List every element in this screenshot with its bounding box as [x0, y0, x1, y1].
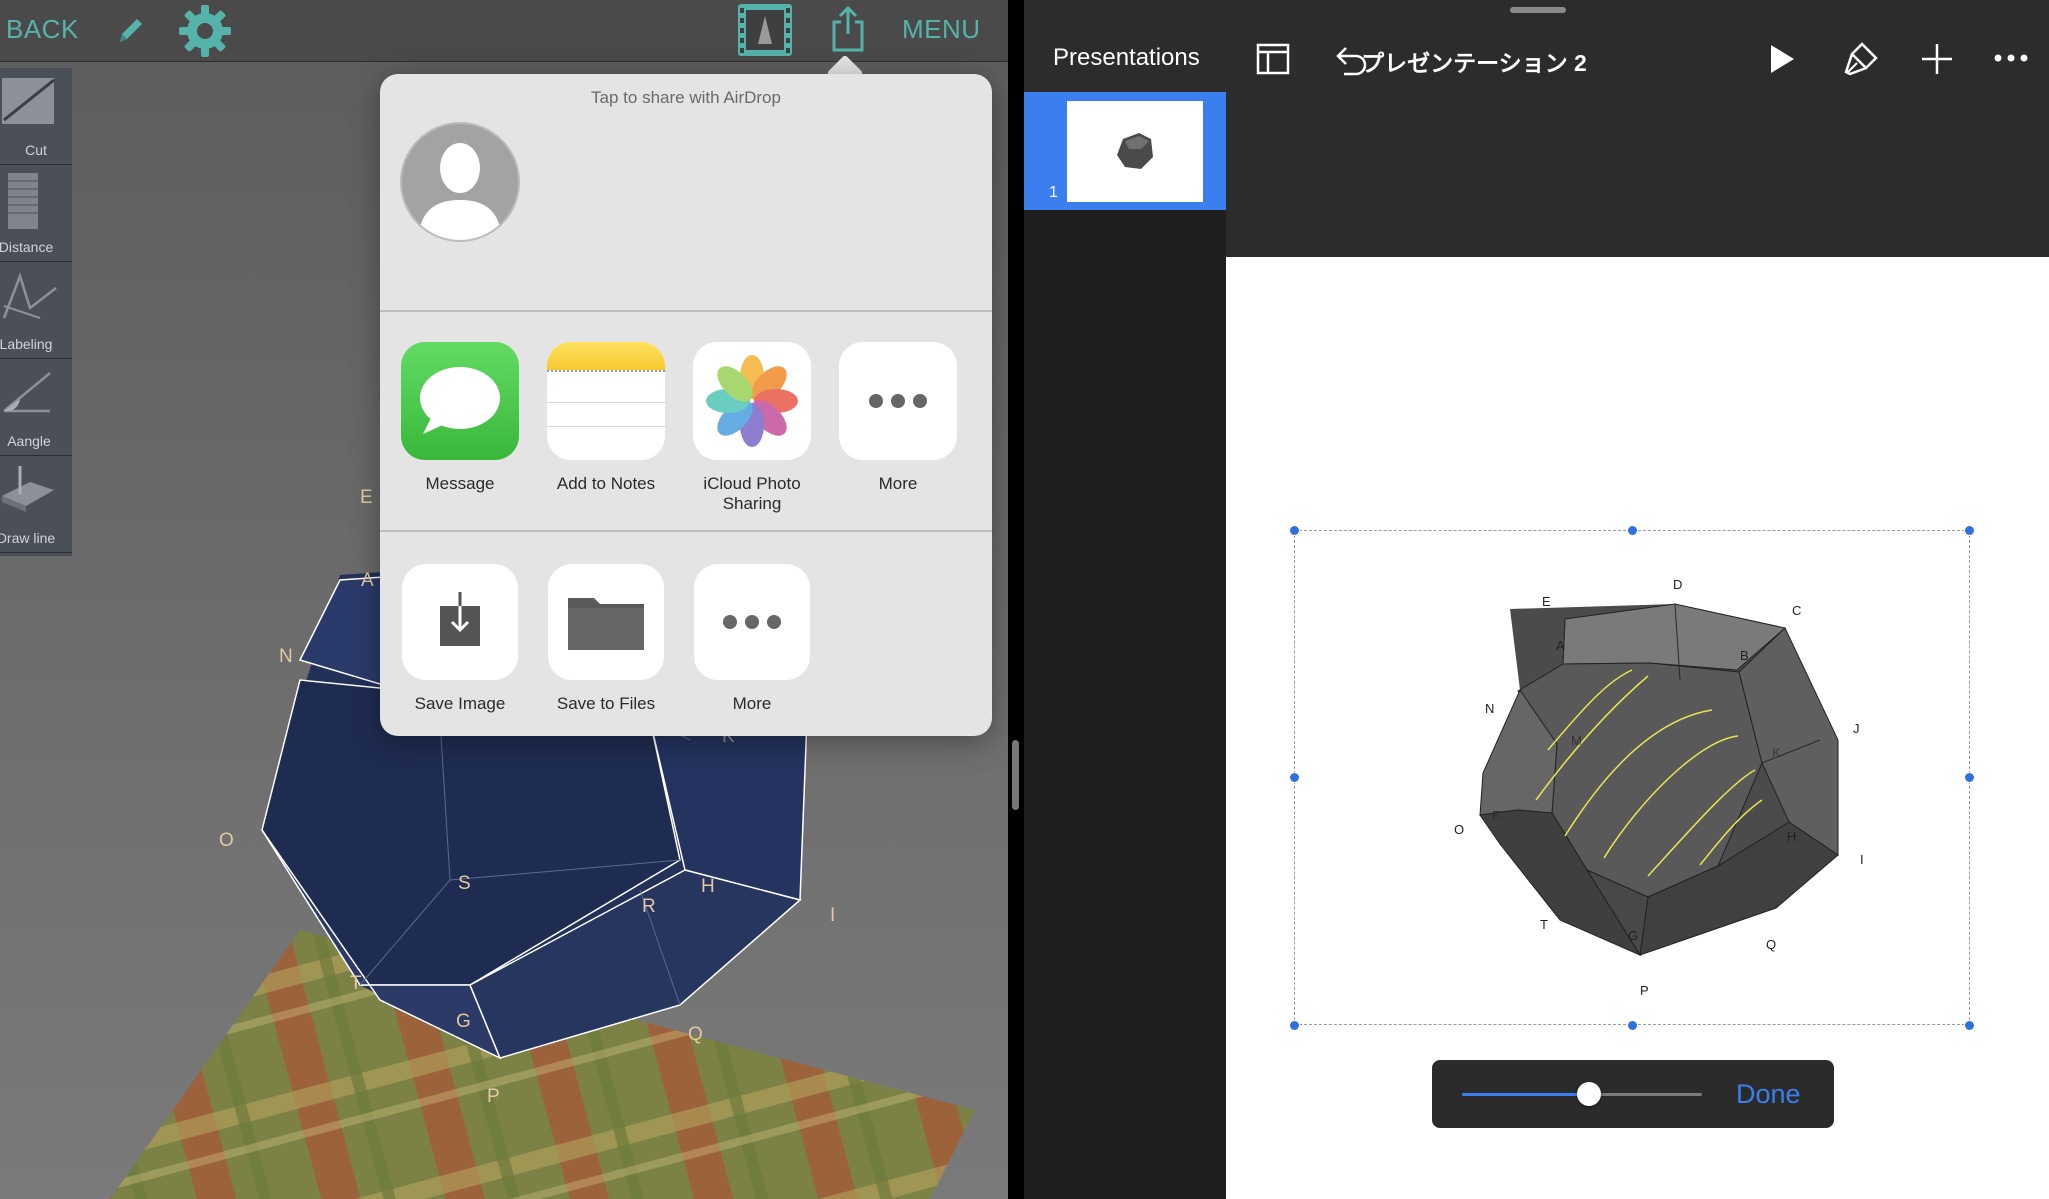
labeling-tool-icon: [2, 272, 57, 319]
tool-label: Aangle: [7, 433, 51, 449]
vertex-label: R: [642, 896, 656, 917]
vertex-label: G: [456, 1011, 471, 1032]
vertex-label: H: [701, 876, 715, 897]
draw-line-tool[interactable]: Draw line: [0, 456, 72, 553]
slide-thumbnail-selected[interactable]: 1: [1024, 92, 1226, 210]
sheet-separator: [380, 530, 992, 532]
add-icon[interactable]: [1920, 42, 1954, 76]
split-view-handle[interactable]: [1012, 740, 1019, 810]
share-action-label: Save Image: [414, 694, 506, 713]
vertex-label: P: [487, 1086, 500, 1107]
vertex-label: S: [458, 873, 471, 894]
play-icon[interactable]: [1768, 43, 1796, 75]
tool-label: Draw line: [0, 530, 56, 546]
split-view-screen: E A N O S R H I T G Q P K BACK MENU Cut …: [0, 0, 2049, 1199]
presentations-back-button[interactable]: Presentations: [1053, 44, 1200, 72]
share-action-label: More: [732, 694, 772, 713]
save-image-icon: [402, 564, 518, 680]
share-app-more[interactable]: More: [838, 342, 958, 494]
back-button[interactable]: BACK: [6, 14, 79, 45]
share-action-more[interactable]: More: [692, 564, 812, 714]
done-button[interactable]: Done: [1736, 1079, 1801, 1110]
folder-icon: [548, 564, 664, 680]
vertex-label: T: [350, 973, 362, 994]
tool-label: Labeling: [0, 336, 53, 352]
left-toolbar: BACK MENU: [0, 0, 1008, 62]
slider-track-empty[interactable]: [1589, 1093, 1702, 1096]
vertex-label: E: [360, 487, 373, 508]
resize-handle[interactable]: [1289, 772, 1300, 783]
slide-number: 1: [1049, 184, 1058, 201]
document-title[interactable]: プレゼンテーション 2: [1324, 44, 1624, 78]
more-icon: [839, 342, 957, 460]
share-app-icloud-photo[interactable]: iCloud Photo Sharing: [692, 342, 812, 514]
notes-icon: [547, 342, 665, 460]
resize-handle[interactable]: [1289, 1020, 1300, 1031]
angle-tool[interactable]: Aangle: [0, 359, 72, 456]
pencil-icon[interactable]: [112, 12, 148, 48]
window-grabber[interactable]: [1510, 7, 1566, 13]
resize-handle[interactable]: [1964, 1020, 1975, 1031]
cut-tool-icon: [2, 78, 55, 124]
share-app-label: Message: [425, 474, 495, 493]
more-icon[interactable]: [1994, 50, 2028, 66]
vertex-label: O: [219, 830, 234, 851]
share-action-label: Save to Files: [556, 694, 656, 713]
vertex-label: Q: [688, 1024, 703, 1045]
distance-tool-icon: [8, 173, 38, 229]
share-app-notes[interactable]: Add to Notes: [546, 342, 666, 494]
slide-canvas-margin: [1226, 92, 2049, 257]
airdrop-title: Tap to share with AirDrop: [591, 88, 781, 107]
slider-knob[interactable]: [1577, 1082, 1602, 1106]
share-app-label: More: [878, 474, 918, 493]
tool-palette: Cut Distance Labeling Aangle Draw line: [0, 68, 72, 556]
sheet-separator: [380, 310, 992, 312]
vertex-label: N: [279, 646, 293, 667]
share-icon[interactable]: [828, 4, 868, 54]
format-brush-icon[interactable]: [1842, 40, 1880, 78]
film-icon[interactable]: [736, 2, 794, 58]
share-action-save-image[interactable]: Save Image: [400, 564, 520, 714]
share-app-label: Add to Notes: [556, 474, 656, 493]
vertex-label: A: [361, 570, 374, 591]
vertex-label: I: [830, 905, 836, 926]
right-toolbar: Presentations プレゼンテーション 2: [1024, 0, 2049, 92]
labeling-tool[interactable]: Labeling: [0, 262, 72, 359]
slide-navigator: 1: [1024, 92, 1226, 1199]
tool-label: Cut: [25, 142, 47, 158]
menu-button[interactable]: MENU: [902, 14, 981, 45]
image-selection-box[interactable]: [1294, 530, 1970, 1025]
distance-tool[interactable]: Distance: [0, 165, 72, 262]
layout-icon[interactable]: [1256, 42, 1290, 76]
slider-track-filled[interactable]: [1462, 1093, 1590, 1096]
thumbnail-solid-image: [1117, 133, 1153, 169]
more-icon: [694, 564, 810, 680]
person-silhouette-icon: [418, 143, 502, 240]
airdrop-contact-avatar[interactable]: [400, 122, 520, 242]
resize-handle[interactable]: [1289, 525, 1300, 536]
messages-icon: [401, 342, 519, 460]
tool-label: Distance: [0, 239, 54, 255]
photos-icon: [693, 342, 811, 460]
slide-thumbnail[interactable]: [1067, 101, 1203, 202]
split-view-divider: [1008, 0, 1024, 1199]
cut-tool[interactable]: Cut: [0, 68, 72, 165]
share-app-message[interactable]: Message: [400, 342, 520, 494]
share-sheet: Tap to share with AirDrop Message Add to…: [380, 74, 992, 736]
adjust-panel: Done: [1432, 1060, 1834, 1128]
resize-handle[interactable]: [1964, 525, 1975, 536]
resize-handle[interactable]: [1627, 525, 1638, 536]
draw-line-tool-icon: [2, 466, 54, 512]
resize-handle[interactable]: [1964, 772, 1975, 783]
angle-tool-icon: [3, 372, 51, 413]
gear-icon[interactable]: [177, 3, 233, 59]
resize-handle[interactable]: [1627, 1020, 1638, 1031]
share-app-label: iCloud Photo Sharing: [703, 474, 801, 513]
share-action-save-files[interactable]: Save to Files: [546, 564, 666, 714]
geometry-app: E A N O S R H I T G Q P K BACK MENU Cut …: [0, 0, 1008, 1199]
